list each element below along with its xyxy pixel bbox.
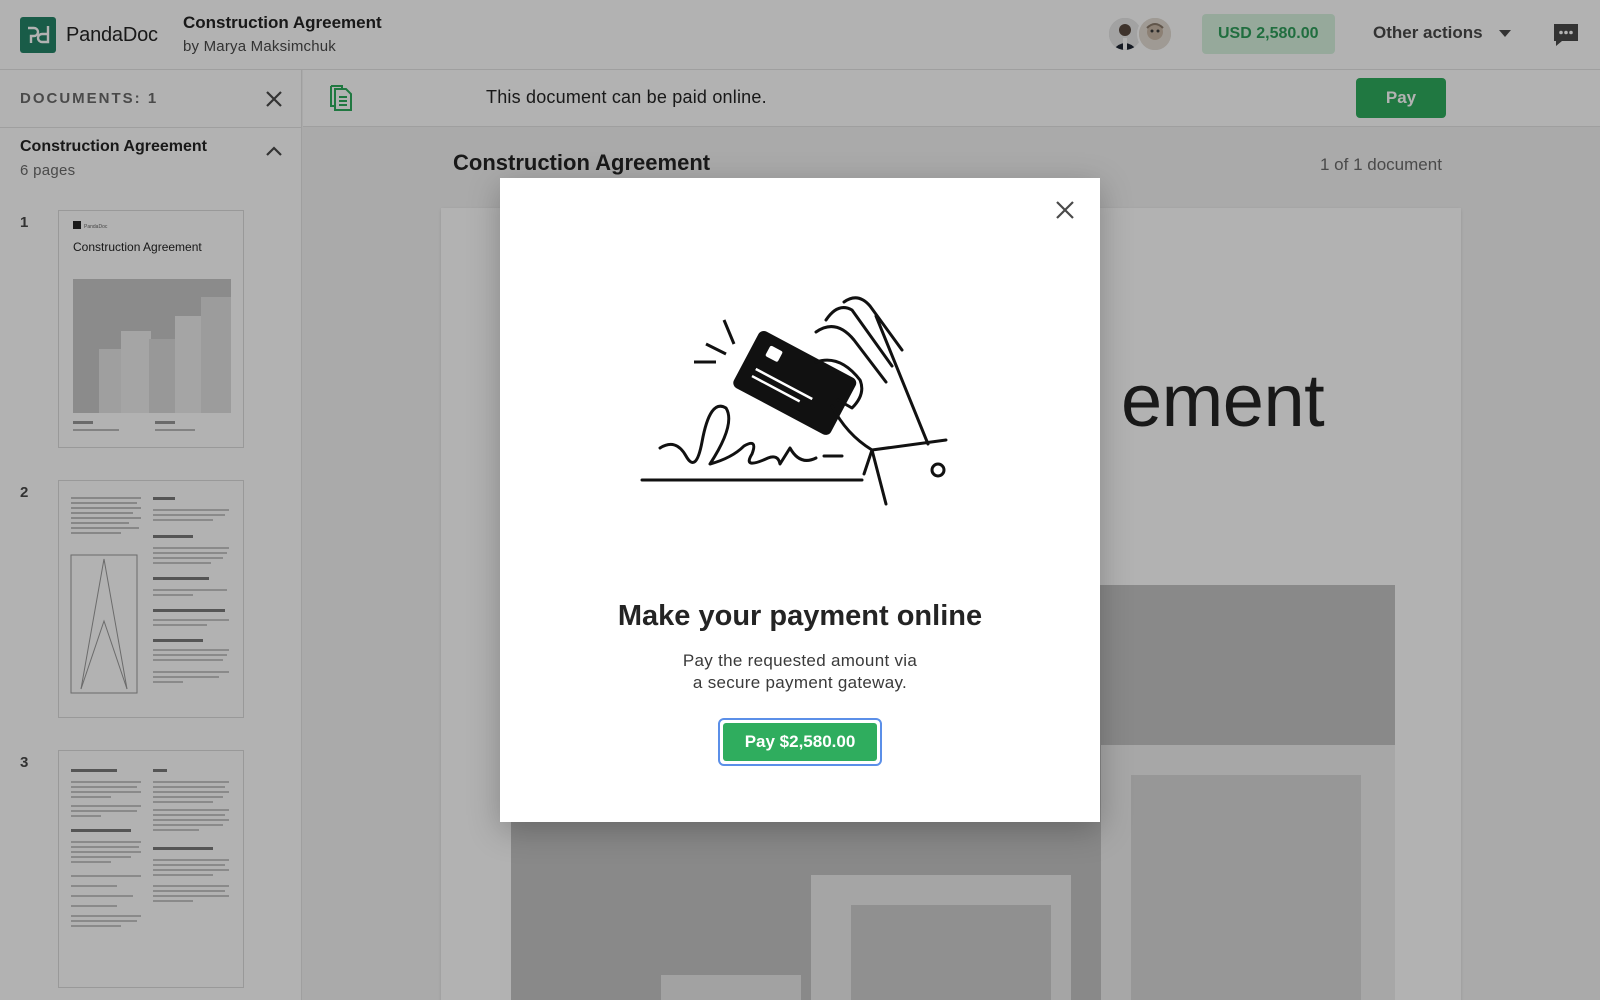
credit-card-hand-illustration — [640, 288, 960, 518]
close-icon[interactable] — [1053, 198, 1077, 222]
pay-amount-button-label: Pay $2,580.00 — [723, 723, 877, 761]
modal-title: Make your payment online — [617, 600, 983, 632]
modal-subtitle: Pay the requested amount via a secure pa… — [500, 650, 1100, 694]
payment-modal: Make your payment online Pay the request… — [500, 178, 1100, 822]
modal-subtitle-line: Pay the requested amount via — [682, 651, 918, 670]
modal-subtitle-line: a secure payment gateway. — [692, 673, 908, 692]
pay-amount-button[interactable]: Pay $2,580.00 — [718, 718, 882, 766]
